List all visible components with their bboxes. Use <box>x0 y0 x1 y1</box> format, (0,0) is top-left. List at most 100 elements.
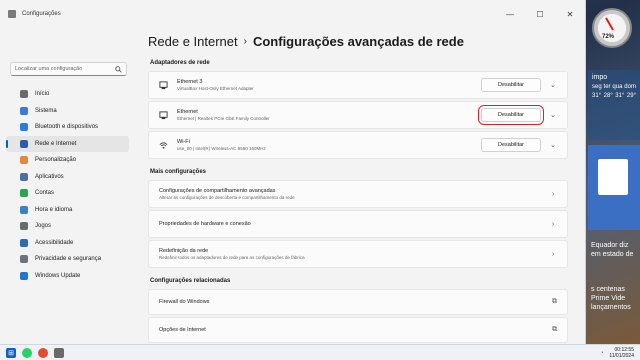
weather-day: ter <box>603 84 611 90</box>
calendar-icon <box>598 159 628 195</box>
setting-name: Propriedades de hardware e conexão <box>159 221 251 227</box>
sidebar-item-label: Sistema <box>35 107 57 114</box>
sidebar-item[interactable]: Aplicativos <box>6 169 129 186</box>
setting-description: Redefinir todos os adaptadores de rede p… <box>159 255 305 260</box>
close-button[interactable]: ✕ <box>555 3 585 25</box>
adapter-description: use_00 | Intel(R) Wireless-AC 9560 160MH… <box>177 146 266 151</box>
sidebar-item-label: Início <box>35 91 50 98</box>
sidebar-item[interactable]: Hora e idioma <box>6 202 129 219</box>
minimize-button[interactable]: — <box>495 3 525 25</box>
related-settings-item[interactable]: Opções de Internet ⧉ <box>148 317 568 343</box>
adapter-description: VirtualBox Host-Only Ethernet Adapter <box>177 86 254 91</box>
section-title-related: Configurações relacionadas <box>150 278 231 284</box>
adapter-text: Ethernet Ethernet | Realtek PCIe GbE Fami… <box>177 109 481 121</box>
gauge-value: 72% <box>602 34 615 40</box>
shield-icon <box>20 255 28 264</box>
gauge-widget[interactable]: 72% <box>592 8 632 48</box>
search-input[interactable]: Localizar uma configuração <box>10 62 127 76</box>
sidebar-item[interactable]: Privacidade e segurança <box>6 251 129 268</box>
sidebar-item[interactable]: Bluetooth e dispositivos <box>6 119 129 136</box>
weather-label: impo <box>592 74 608 81</box>
adapter-list: Ethernet 3 VirtualBox Host-Only Ethernet … <box>148 71 568 159</box>
chrome-icon[interactable] <box>38 347 48 358</box>
clock[interactable]: 00:12:55 11/01/2024 <box>609 347 634 359</box>
title-bar: Configurações — ☐ ✕ <box>0 0 585 28</box>
page-title: Configurações avançadas de rede <box>252 33 464 49</box>
section-title-more: Mais configurações <box>150 169 207 175</box>
breadcrumb-parent[interactable]: Rede e Internet <box>148 34 238 49</box>
chevron-right-icon: › <box>551 220 555 228</box>
chevron-down-icon[interactable]: ⌄ <box>549 111 557 119</box>
sidebar-item[interactable]: Personalização <box>6 152 129 169</box>
related-settings-list: Firewall do Windows ⧉ Opções de Internet ⧉ <box>148 289 568 343</box>
sidebar-item-label: Windows Update <box>35 272 81 279</box>
home-icon <box>20 90 28 99</box>
accessibility-icon <box>20 238 28 247</box>
sidebar-item[interactable]: Jogos <box>6 218 129 235</box>
start-icon[interactable]: ⊞ <box>6 347 16 358</box>
weather-temp: 28° <box>603 93 613 99</box>
setting-text: Configurações de compartilhamento avança… <box>159 188 549 200</box>
sidebar-item-label: Privacidade e segurança <box>35 256 102 263</box>
more-settings-item[interactable]: Redefinição da rede Redefinir todos os ad… <box>148 240 568 268</box>
adapter-card[interactable]: Ethernet 3 VirtualBox Host-Only Ethernet … <box>148 71 568 99</box>
more-settings-item[interactable]: Configurações de compartilhamento avança… <box>148 180 568 208</box>
disable-button[interactable]: Desabilitar <box>481 138 541 152</box>
weather-day: seg <box>592 84 602 90</box>
weather-widget[interactable]: impo seg ter qua dom 31° 28° 31° 29° <box>588 70 640 140</box>
system-icon <box>20 106 28 115</box>
taskbar: ⊞ ◔ 00:12:55 11/01/2024 <box>0 344 640 360</box>
external-link-icon: ⧉ <box>552 326 557 333</box>
news-widget[interactable]: s centenas Prime Vide lançamentos <box>588 282 640 322</box>
sidebar-item-label: Jogos <box>35 223 52 230</box>
wifi-tray-icon[interactable]: ◔ <box>600 350 603 356</box>
adapter-text: Wi-Fi use_00 | Intel(R) Wireless-AC 9560 … <box>177 139 481 151</box>
disable-button[interactable]: Desabilitar <box>481 78 541 92</box>
ethernet-icon <box>159 80 168 90</box>
adapter-name: Ethernet 3 <box>177 79 203 85</box>
bluetooth-icon <box>20 123 28 132</box>
setting-text: Propriedades de hardware e conexão <box>159 221 549 227</box>
setting-text: Redefinição da rede Redefinir todos os ad… <box>159 248 549 260</box>
settings-window: Configurações — ☐ ✕ Localizar uma config… <box>0 0 586 344</box>
clock-icon <box>20 205 28 214</box>
search-icon <box>115 65 122 73</box>
breadcrumb-separator: › <box>243 35 247 47</box>
related-settings-item[interactable]: Firewall do Windows ⧉ <box>148 289 568 315</box>
update-icon <box>20 271 28 280</box>
news-widget[interactable]: Equador diz em estado de <box>588 238 640 278</box>
sidebar-item-label: Aplicativos <box>35 173 64 180</box>
sidebar-item[interactable]: Contas <box>6 185 129 202</box>
setting-name: Redefinição da rede <box>159 248 209 254</box>
weather-temp: 31° <box>615 93 625 99</box>
wifi-icon <box>159 141 168 150</box>
gamepad-icon <box>20 222 28 231</box>
chevron-down-icon[interactable]: ⌄ <box>549 81 557 89</box>
sidebar-item[interactable]: Início <box>6 86 129 103</box>
adapter-description: Ethernet | Realtek PCIe GbE Family Contr… <box>177 116 270 121</box>
calendar-widget[interactable] <box>588 145 640 230</box>
sidebar: Localizar uma configuração Início Sistema… <box>0 28 135 284</box>
adapter-card[interactable]: Wi-Fi use_00 | Intel(R) Wireless-AC 9560 … <box>148 131 568 159</box>
network-icon <box>20 139 28 148</box>
sidebar-item-label: Bluetooth e dispositivos <box>35 124 99 131</box>
system-tray: ◔ 00:12:55 11/01/2024 <box>600 347 640 359</box>
sidebar-nav: Início Sistema Bluetooth e dispositivos Red… <box>0 86 135 284</box>
sidebar-item[interactable]: Acessibilidade <box>6 235 129 252</box>
sidebar-item[interactable]: Sistema <box>6 103 129 120</box>
ethernet-icon <box>159 110 168 120</box>
brush-icon <box>20 156 28 165</box>
disable-button[interactable]: Desabilitar <box>478 105 544 125</box>
chevron-down-icon[interactable]: ⌄ <box>549 141 557 149</box>
setting-description: Alterar as configurações de descoberta e… <box>159 195 295 200</box>
maximize-button[interactable]: ☐ <box>525 3 555 25</box>
whatsapp-icon[interactable] <box>22 347 32 358</box>
settings-taskbar-icon[interactable] <box>54 347 64 358</box>
adapter-card[interactable]: Ethernet Ethernet | Realtek PCIe GbE Fami… <box>148 101 568 129</box>
more-settings-list: Configurações de compartilhamento avança… <box>148 180 568 268</box>
main-content: Rede e Internet › Configurações avançada… <box>148 28 568 345</box>
sidebar-item[interactable]: Rede e Internet <box>6 135 129 152</box>
more-settings-item[interactable]: Propriedades de hardware e conexão › <box>148 210 568 238</box>
account-icon <box>20 189 28 198</box>
sidebar-item[interactable]: Windows Update <box>6 268 129 285</box>
